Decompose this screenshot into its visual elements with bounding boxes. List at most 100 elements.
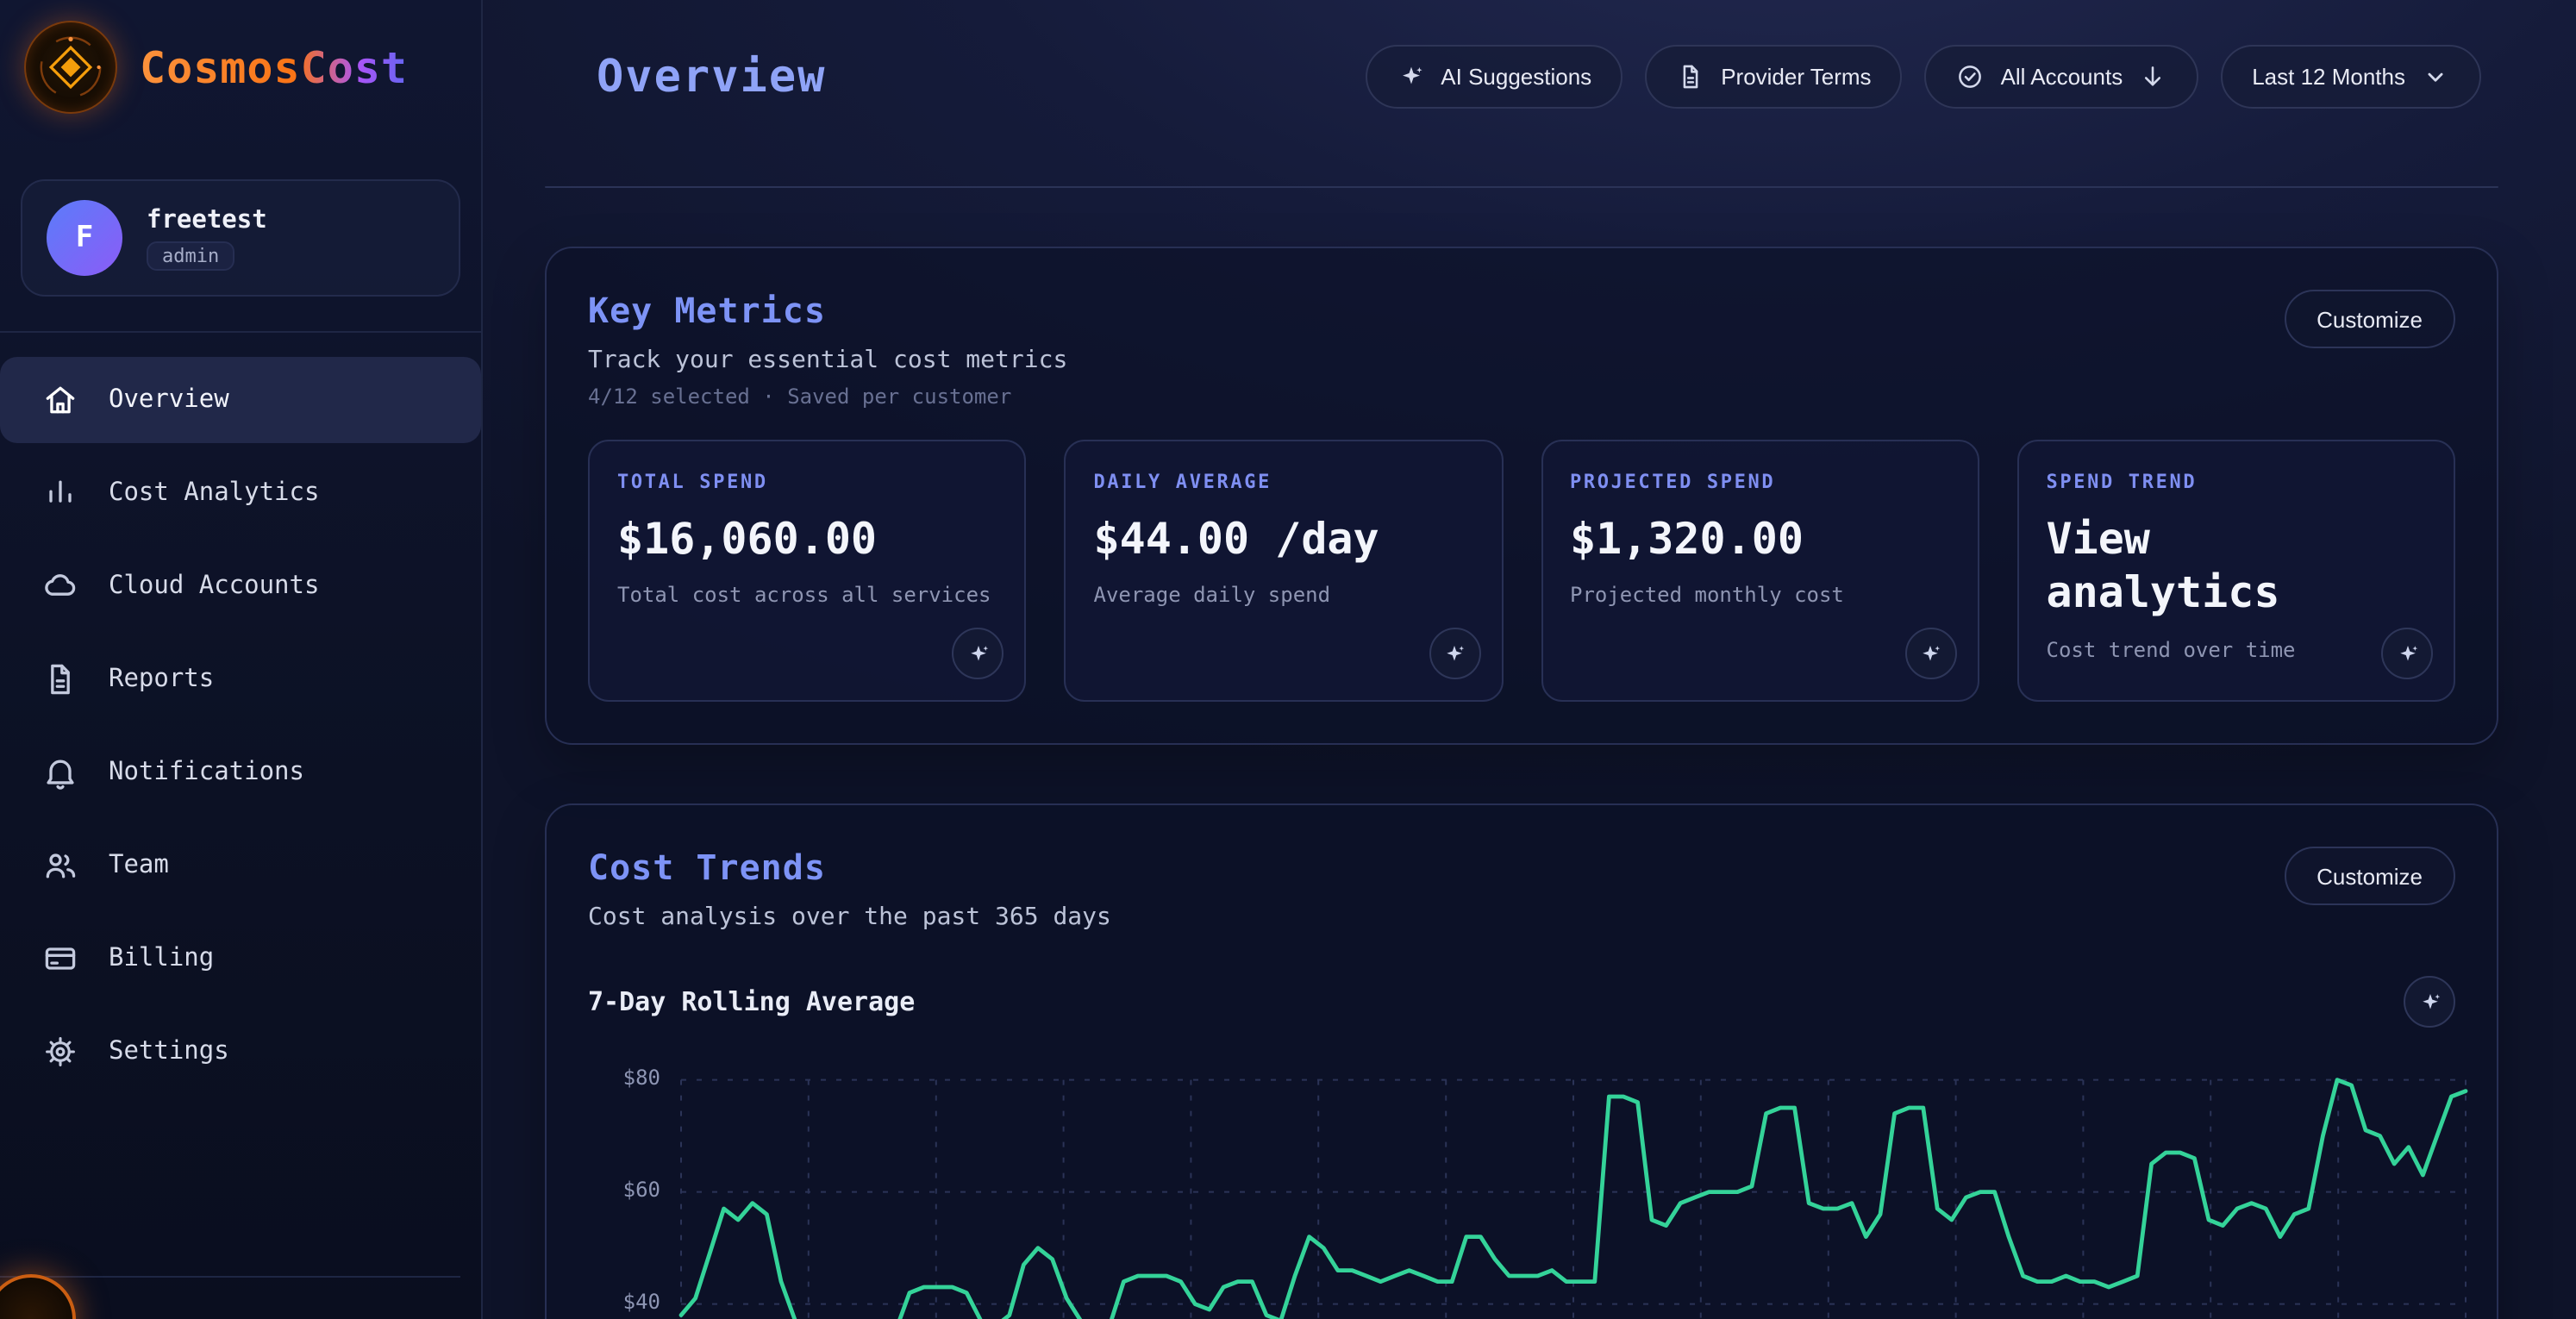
- main-content: Overview AI Suggestions Provider Terms: [483, 0, 2576, 1319]
- sidebar-item-notifications[interactable]: Notifications: [0, 729, 481, 816]
- sidebar-item-label: Team: [109, 852, 169, 879]
- check-circle-icon: [1956, 62, 1985, 91]
- metric-card-daily-average[interactable]: DAILY AVERAGE $44.00 /day Average daily …: [1065, 440, 1504, 702]
- sidebar-item-label: Overview: [109, 386, 229, 414]
- metric-value: $44.00 /day: [1094, 512, 1474, 566]
- settings-icon: [41, 1033, 79, 1071]
- metric-label: PROJECTED SPEND: [1570, 471, 1950, 493]
- report-icon: [41, 660, 79, 698]
- home-icon: [41, 381, 79, 419]
- page-title: Overview: [597, 51, 826, 103]
- chart-plot-area: [681, 1052, 2466, 1319]
- sidebar-item-billing[interactable]: Billing: [0, 916, 481, 1002]
- avatar: F: [47, 200, 122, 276]
- trend-chart-svg: [681, 1052, 2466, 1319]
- billing-icon: [41, 940, 79, 978]
- metric-value: $16,060.00: [617, 512, 997, 566]
- metric-label: SPEND TREND: [2047, 471, 2427, 493]
- chart-y-axis: $80 $60 $40: [588, 1052, 681, 1319]
- sparkles-icon: [966, 641, 991, 666]
- sidebar-item-label: Settings: [109, 1038, 229, 1066]
- sidebar-item-label: Billing: [109, 945, 214, 972]
- sparkles-icon: [2417, 989, 2442, 1015]
- app-root: CosmosCost F freetest admin Overview Cos…: [0, 0, 2576, 1319]
- metric-ai-sparkle-button[interactable]: [1429, 628, 1480, 679]
- team-icon: [41, 847, 79, 885]
- provider-terms-button[interactable]: Provider Terms: [1645, 45, 1902, 109]
- sidebar-item-settings[interactable]: Settings: [0, 1009, 481, 1095]
- cost-trends-subtitle: Cost analysis over the past 365 days: [588, 903, 1111, 931]
- sparkles-icon: [2394, 641, 2420, 666]
- chart-heading: 7-Day Rolling Average: [588, 986, 915, 1017]
- document-icon: [1676, 62, 1705, 91]
- topbar-actions: AI Suggestions Provider Terms All Accoun…: [1365, 45, 2481, 109]
- arrow-down-icon: [2138, 62, 2167, 91]
- sidebar-item-cloud-accounts[interactable]: Cloud Accounts: [0, 543, 481, 629]
- metric-ai-sparkle-button[interactable]: [1905, 628, 1957, 679]
- content-top-divider: [545, 186, 2498, 188]
- metric-desc: Projected monthly cost: [1570, 582, 1950, 609]
- metric-ai-sparkle-button[interactable]: [2381, 628, 2433, 679]
- cost-trends-customize-button[interactable]: Customize: [2284, 847, 2455, 905]
- sidebar-glow-orb-icon: [0, 1274, 76, 1319]
- user-name: freetest: [147, 206, 267, 234]
- bell-icon: [41, 753, 79, 791]
- metric-label: DAILY AVERAGE: [1094, 471, 1474, 493]
- key-metrics-panel: Key Metrics Track your essential cost me…: [545, 247, 2498, 745]
- metric-label: TOTAL SPEND: [617, 471, 997, 493]
- all-accounts-button[interactable]: All Accounts: [1925, 45, 2199, 109]
- sidebar: CosmosCost F freetest admin Overview Cos…: [0, 0, 483, 1319]
- y-tick: $80: [623, 1066, 660, 1090]
- key-metrics-subtitle: Track your essential cost metrics: [588, 347, 1067, 374]
- rolling-average-chart: $80 $60 $40: [588, 1052, 2455, 1319]
- user-card[interactable]: F freetest admin: [21, 179, 460, 297]
- chart-ai-sparkle-button[interactable]: [2404, 976, 2455, 1028]
- y-tick: $60: [623, 1178, 660, 1202]
- button-label: Provider Terms: [1721, 64, 1871, 90]
- sidebar-nav: Overview Cost Analytics Cloud Accounts R…: [0, 353, 481, 1098]
- metric-desc: Total cost across all services: [617, 582, 997, 609]
- sidebar-item-label: Notifications: [109, 759, 304, 786]
- brand-name: CosmosCost: [140, 42, 408, 92]
- ai-suggestions-button[interactable]: AI Suggestions: [1365, 45, 1623, 109]
- key-metrics-customize-button[interactable]: Customize: [2284, 290, 2455, 348]
- key-metrics-title: Key Metrics: [588, 290, 1067, 331]
- metric-card-projected-spend[interactable]: PROJECTED SPEND $1,320.00 Projected mont…: [1541, 440, 1979, 702]
- chevron-down-icon: [2421, 62, 2450, 91]
- sparkles-icon: [1441, 641, 1467, 666]
- button-label: All Accounts: [2001, 64, 2123, 90]
- panels: Key Metrics Track your essential cost me…: [483, 247, 2576, 1319]
- date-range-button[interactable]: Last 12 Months: [2221, 45, 2481, 109]
- sidebar-item-label: Cost Analytics: [109, 479, 319, 507]
- user-role-badge: admin: [147, 241, 234, 270]
- metric-ai-sparkle-button[interactable]: [953, 628, 1004, 679]
- button-label: AI Suggestions: [1441, 64, 1591, 90]
- sidebar-item-label: Cloud Accounts: [109, 572, 319, 600]
- metric-desc: Cost trend over time: [2047, 635, 2427, 663]
- brand: CosmosCost: [0, 0, 481, 134]
- key-metrics-meta: 4/12 selected · Saved per customer: [588, 384, 1067, 409]
- sidebar-divider-bottom: [0, 1276, 460, 1278]
- sparkles-icon: [1918, 641, 1944, 666]
- button-label: Last 12 Months: [2252, 64, 2405, 90]
- metric-card-total-spend[interactable]: TOTAL SPEND $16,060.00 Total cost across…: [588, 440, 1027, 702]
- metric-card-spend-trend[interactable]: SPEND TREND View analytics Cost trend ov…: [2017, 440, 2456, 702]
- sidebar-item-label: Reports: [109, 666, 214, 693]
- cosmos-logo-icon: [24, 21, 117, 114]
- metric-value: $1,320.00: [1570, 512, 1950, 566]
- metric-desc: Average daily spend: [1094, 582, 1474, 609]
- sidebar-item-cost-analytics[interactable]: Cost Analytics: [0, 450, 481, 536]
- sidebar-item-overview[interactable]: Overview: [0, 357, 481, 443]
- sidebar-item-reports[interactable]: Reports: [0, 636, 481, 722]
- metric-value-view-analytics-link[interactable]: View analytics: [2047, 512, 2340, 620]
- metric-grid: TOTAL SPEND $16,060.00 Total cost across…: [588, 440, 2455, 702]
- y-tick: $40: [623, 1290, 660, 1314]
- cost-trends-panel: Cost Trends Cost analysis over the past …: [545, 803, 2498, 1319]
- sparkles-icon: [1396, 62, 1425, 91]
- cloud-icon: [41, 567, 79, 605]
- cost-trends-title: Cost Trends: [588, 847, 1111, 888]
- bar-chart-icon: [41, 474, 79, 512]
- topbar: Overview AI Suggestions Provider Terms: [483, 0, 2576, 109]
- sidebar-item-team[interactable]: Team: [0, 822, 481, 909]
- sidebar-divider-top: [0, 331, 481, 333]
